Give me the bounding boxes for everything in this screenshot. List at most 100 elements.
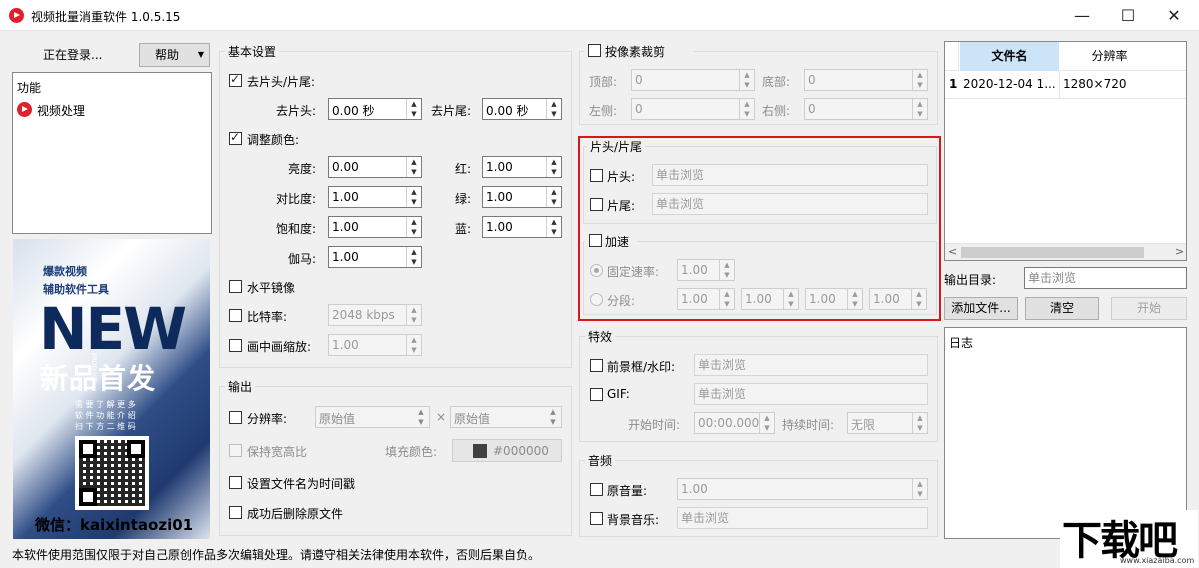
spin-down-icon[interactable]: ▼ (406, 257, 421, 267)
spin-up-icon[interactable]: ▲ (739, 70, 754, 80)
resolution-checkbox[interactable] (229, 411, 242, 424)
spin-up-icon[interactable]: ▲ (406, 247, 421, 257)
bitrate-spinner[interactable]: 2048 kbps ▲ ▼ (328, 304, 422, 326)
blue-spinner[interactable]: 1.00 ▲ ▼ (482, 216, 562, 238)
spin-down-icon[interactable]: ▼ (739, 109, 754, 119)
clear-button[interactable]: 清空 (1025, 297, 1099, 320)
spin-down-icon[interactable]: ▼ (719, 299, 734, 309)
timestamp-name-checkbox[interactable] (229, 476, 242, 489)
spin-down-icon[interactable]: ▼ (546, 109, 561, 119)
spin-up-icon[interactable]: ▲ (847, 289, 862, 299)
bgm-checkbox[interactable] (590, 512, 603, 525)
segment-spinner-4[interactable]: 1.00 ▲ ▼ (869, 288, 927, 310)
original-volume-checkbox[interactable] (590, 483, 603, 496)
frame-watermark-browse[interactable]: 单击浏览 (694, 354, 928, 376)
spin-down-icon[interactable]: ▼ (911, 299, 926, 309)
resolution-width-select[interactable]: 原始值 ▲ ▼ (315, 406, 430, 428)
start-time-spinner[interactable]: 00:00.000 ▲ ▼ (694, 412, 775, 434)
spin-up-icon[interactable]: ▲ (912, 479, 927, 489)
spin-up-icon[interactable]: ▲ (406, 157, 421, 167)
fixed-rate-radio[interactable] (590, 264, 603, 277)
crop-left-spinner[interactable]: 0 ▲ ▼ (631, 98, 755, 120)
spin-up-icon[interactable]: ▲ (912, 413, 927, 423)
frame-watermark-checkbox[interactable] (590, 359, 603, 372)
spin-up-icon[interactable]: ▲ (759, 413, 774, 423)
red-spinner[interactable]: 1.00 ▲ ▼ (482, 156, 562, 178)
spin-down-icon[interactable]: ▼ (912, 489, 927, 499)
spin-down-icon[interactable]: ▼ (912, 109, 927, 119)
trim-checkbox[interactable] (229, 72, 242, 87)
color-checkbox[interactable] (229, 130, 242, 145)
speed-checkbox[interactable] (589, 234, 602, 247)
spin-up-icon[interactable]: ▲ (739, 99, 754, 109)
spin-down-icon[interactable]: ▼ (546, 167, 561, 177)
spin-up-icon[interactable]: ▲ (406, 305, 421, 315)
spin-down-icon[interactable]: ▼ (847, 299, 862, 309)
segment-spinner-1[interactable]: 1.00 ▲ ▼ (677, 288, 735, 310)
horizontal-scrollbar[interactable]: < > (945, 243, 1186, 260)
segment-radio[interactable] (590, 293, 603, 306)
spin-up-icon[interactable]: ▲ (912, 70, 927, 80)
close-button[interactable]: ✕ (1151, 0, 1197, 31)
column-header-filename[interactable]: 文件名 (960, 42, 1059, 71)
promo-banner[interactable]: 爆款视频 辅助软件工具 NEW 新品首发 PRODUCT 需 要 了 解 更 多… (13, 239, 210, 539)
minimize-button[interactable]: — (1059, 0, 1105, 31)
segment-spinner-2[interactable]: 1.00 ▲ ▼ (741, 288, 799, 310)
maximize-button[interactable]: ☐ (1105, 0, 1151, 31)
scroll-right-icon[interactable]: > (1175, 245, 1184, 258)
bitrate-checkbox[interactable] (229, 309, 242, 322)
fixed-rate-spinner[interactable]: 1.00 ▲ ▼ (677, 259, 735, 281)
spin-down-icon[interactable]: ▼ (406, 315, 421, 325)
spin-up-icon[interactable]: ▲ (783, 289, 798, 299)
tail-trim-spinner[interactable]: 0.00 秒 ▲ ▼ (482, 98, 562, 120)
spin-up-icon[interactable]: ▲ (546, 187, 561, 197)
pip-checkbox[interactable] (229, 339, 242, 352)
spin-down-icon[interactable]: ▼ (546, 227, 561, 237)
duration-spinner[interactable]: 无限 ▲ ▼ (847, 412, 928, 434)
spin-up-icon[interactable]: ▲ (546, 217, 561, 227)
spin-down-icon[interactable]: ▼ (739, 80, 754, 90)
crop-checkbox[interactable] (588, 44, 601, 57)
spin-up-icon[interactable]: ▲ (406, 99, 421, 109)
add-file-button[interactable]: 添加文件... (944, 297, 1018, 320)
delete-source-checkbox[interactable] (229, 506, 242, 519)
mirror-checkbox[interactable] (229, 280, 242, 293)
tree-item-video-processing[interactable]: 视频处理 (37, 102, 85, 119)
contrast-spinner[interactable]: 1.00 ▲ ▼ (328, 186, 422, 208)
gamma-spinner[interactable]: 1.00 ▲ ▼ (328, 246, 422, 268)
file-table[interactable]: 文件名 分辨率 1 2020-12-04 1... 1280×720 < > (944, 41, 1187, 261)
scroll-left-icon[interactable]: < (948, 245, 957, 258)
spin-down-icon[interactable]: ▼ (783, 299, 798, 309)
crop-top-spinner[interactable]: 0 ▲ ▼ (631, 69, 755, 91)
spin-up-icon[interactable]: ▲ (406, 335, 421, 345)
spin-up-icon[interactable]: ▲ (406, 187, 421, 197)
tail-clip-browse[interactable]: 单击浏览 (652, 193, 928, 215)
spin-up-icon[interactable]: ▲ (406, 217, 421, 227)
column-header-resolution[interactable]: 分辨率 (1060, 42, 1159, 71)
head-clip-browse[interactable]: 单击浏览 (652, 164, 928, 186)
head-trim-spinner[interactable]: 0.00 秒 ▲ ▼ (328, 98, 422, 120)
spin-down-icon[interactable]: ▼ (406, 109, 421, 119)
spin-down-icon[interactable]: ▼ (406, 167, 421, 177)
spin-down-icon[interactable]: ▼ (406, 197, 421, 207)
head-clip-checkbox[interactable] (590, 169, 603, 182)
spin-down-icon[interactable]: ▼ (912, 80, 927, 90)
spin-up-icon[interactable]: ▲ (546, 157, 561, 167)
tail-clip-checkbox[interactable] (590, 198, 603, 211)
pip-spinner[interactable]: 1.00 ▲ ▼ (328, 334, 422, 356)
keep-ratio-checkbox[interactable] (229, 444, 242, 457)
spin-up-icon[interactable]: ▲ (719, 260, 734, 270)
spin-up-icon[interactable]: ▲ (912, 99, 927, 109)
original-volume-spinner[interactable]: 1.00 ▲ ▼ (677, 478, 928, 500)
segment-spinner-3[interactable]: 1.00 ▲ ▼ (805, 288, 863, 310)
spin-up-icon[interactable]: ▲ (546, 99, 561, 109)
table-row[interactable]: 1 2020-12-04 1... 1280×720 (945, 71, 1186, 99)
gif-browse[interactable]: 单击浏览 (694, 383, 928, 405)
brightness-spinner[interactable]: 0.00 ▲ ▼ (328, 156, 422, 178)
spin-down-icon[interactable]: ▼ (546, 197, 561, 207)
scrollbar-thumb[interactable] (961, 247, 1144, 258)
saturation-spinner[interactable]: 1.00 ▲ ▼ (328, 216, 422, 238)
green-spinner[interactable]: 1.00 ▲ ▼ (482, 186, 562, 208)
resolution-height-select[interactable]: 原始值 ▲ ▼ (450, 406, 562, 428)
spin-down-icon[interactable]: ▼ (406, 345, 421, 355)
